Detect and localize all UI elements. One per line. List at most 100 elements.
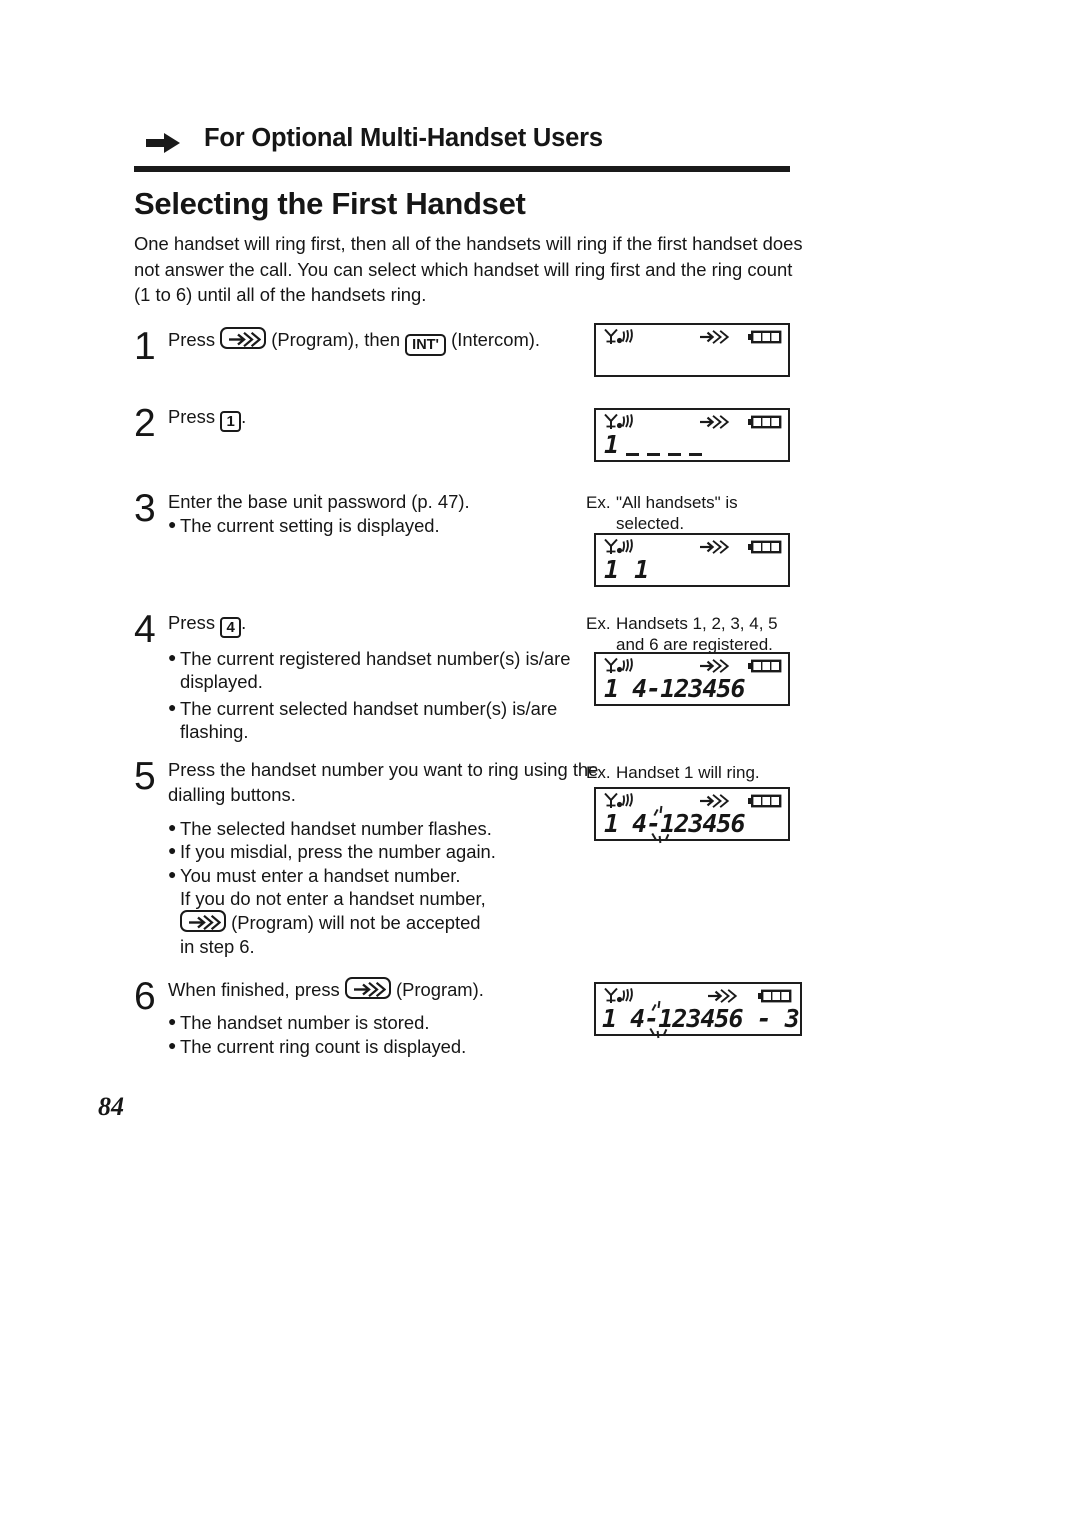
lcd-dash bbox=[647, 453, 660, 456]
lcd-text: 1 1 bbox=[604, 555, 649, 585]
program-arrow-icon bbox=[700, 330, 730, 349]
example-text: Handset 1 will ring. bbox=[616, 763, 760, 782]
step5-note-line4: in step 6. bbox=[180, 935, 255, 957]
step5-note-line2: If you do not enter a handset number, bbox=[180, 888, 486, 910]
right-arrow-icon bbox=[146, 133, 180, 153]
step5-note-line3: (Program) will not be accepted bbox=[168, 910, 604, 934]
step6-press-label: When finished, press bbox=[168, 979, 340, 1000]
program-button[interactable] bbox=[344, 977, 391, 999]
example-caption-step4: Ex. Handsets 1, 2, 3, 4, 5 and 6 are reg… bbox=[586, 613, 802, 655]
step-number: 2 bbox=[134, 402, 156, 445]
lcd-status-bar bbox=[596, 325, 788, 347]
lcd-display-step5: 1 4- 123456 bbox=[594, 787, 790, 844]
battery-full-icon bbox=[748, 540, 782, 559]
bullet-dot-icon: ● bbox=[168, 516, 177, 533]
step1-intercom-label: (Intercom). bbox=[451, 329, 541, 350]
step-text: When finished, press (Program). ● The han… bbox=[168, 977, 604, 1058]
lcd-display-step3: 1 1 bbox=[594, 533, 790, 587]
lcd-status-bar bbox=[596, 789, 788, 811]
lcd-dash bbox=[626, 453, 639, 456]
lcd-display-step4: 1 4-123456 bbox=[594, 652, 790, 706]
bullet-dot-icon: ● bbox=[168, 649, 177, 665]
step-text: Press 4. ● The current registered handset… bbox=[168, 610, 604, 744]
battery-full-icon bbox=[748, 794, 782, 813]
step3-lead: Enter the base unit password (p. 47). bbox=[168, 491, 470, 512]
digit-1-button[interactable]: 1 bbox=[220, 411, 242, 432]
bullet-text: If you misdial, press the number again. bbox=[180, 841, 496, 863]
step-number: 6 bbox=[134, 975, 156, 1018]
step-number: 5 bbox=[134, 755, 156, 798]
bullet-text: The selected handset number flashes. bbox=[180, 817, 492, 839]
antenna-signal-icon bbox=[603, 328, 637, 350]
lcd-digit: 1 bbox=[604, 430, 620, 459]
step5-lead: Press the handset number you want to rin… bbox=[168, 759, 599, 806]
bullet-item: ● If you misdial, press the number again. bbox=[168, 840, 604, 863]
lcd-text: 1 4- 123456 - 3 bbox=[602, 1000, 800, 1039]
lcd-text: 1 4-123456 bbox=[604, 674, 746, 704]
bullet-item: ● The current selected handset number(s) … bbox=[168, 697, 604, 744]
step-number: 3 bbox=[134, 487, 156, 530]
lcd-dash bbox=[668, 453, 681, 456]
battery-full-icon bbox=[748, 659, 782, 678]
step5-note-line3-text: (Program) will not be accepted bbox=[231, 912, 481, 934]
program-arrow-icon bbox=[700, 415, 730, 434]
step-number: 1 bbox=[134, 325, 156, 368]
step6-bullets: ● The handset number is stored. ● The curr… bbox=[168, 1011, 604, 1058]
page-header-title: For Optional Multi-Handset Users bbox=[204, 124, 603, 152]
lcd-text: 1 4-123456 bbox=[604, 805, 746, 844]
lcd-value: 1 4-123456 bbox=[604, 674, 746, 703]
bullet-item: ● The handset number is stored. bbox=[168, 1011, 604, 1034]
bullet-text: The current registered handset number(s)… bbox=[180, 648, 571, 693]
lcd-value: 1 1 bbox=[604, 555, 650, 584]
step3-bullets: ● The current setting is displayed. bbox=[168, 514, 604, 537]
manual-page: For Optional Multi-Handset Users Selecti… bbox=[0, 0, 1080, 1528]
battery-full-icon bbox=[748, 415, 782, 434]
program-button[interactable] bbox=[180, 910, 226, 933]
bullet-item: ● The current setting is displayed. bbox=[168, 514, 604, 537]
lcd-display-step2: 1 bbox=[594, 408, 790, 462]
page-header: For Optional Multi-Handset Users bbox=[134, 124, 790, 170]
example-caption-step3: Ex. "All handsets" is selected. bbox=[586, 492, 796, 534]
bullet-dot-icon: ● bbox=[168, 1013, 177, 1030]
step2-press-label: Press bbox=[168, 406, 216, 427]
program-button[interactable] bbox=[220, 327, 267, 349]
lcd-status-bar bbox=[596, 984, 800, 1006]
step4-press-label: Press bbox=[168, 612, 216, 633]
step5-bullets: ● The selected handset number flashes. ● I… bbox=[168, 817, 604, 887]
page-number: 84 bbox=[98, 1092, 124, 1121]
intercom-button[interactable]: INT' bbox=[405, 334, 446, 356]
lcd-flashing-digit: 1 bbox=[649, 1000, 673, 1039]
bullet-dot-icon: ● bbox=[168, 865, 177, 882]
bullet-item: ● You must enter a handset number. bbox=[168, 864, 604, 887]
step4-period: . bbox=[241, 612, 247, 633]
bullet-text: You must enter a handset number. bbox=[180, 864, 461, 886]
step2-period: . bbox=[241, 406, 247, 427]
lcd-suffix: 23456 bbox=[674, 809, 745, 838]
example-label: Ex. bbox=[586, 614, 611, 633]
step1-press-label: Press bbox=[168, 329, 216, 350]
bullet-text: The current selected handset number(s) i… bbox=[180, 697, 558, 743]
bullet-item: ● The selected handset number flashes. bbox=[168, 817, 604, 840]
intro-paragraph: One handset will ring first, then all of… bbox=[134, 233, 803, 306]
lcd-display-step1 bbox=[594, 323, 790, 377]
bullet-text: The current ring count is displayed. bbox=[180, 1035, 467, 1057]
bullet-dot-icon: ● bbox=[168, 698, 177, 715]
step-text: Enter the base unit password (p. 47). ● T… bbox=[168, 489, 604, 538]
lcd-status-bar bbox=[596, 535, 788, 557]
bullet-item: ● The current registered handset number(s… bbox=[168, 647, 604, 694]
page-title: Selecting the First Handset bbox=[134, 186, 526, 221]
step1-then-label: (Program), then bbox=[271, 329, 401, 350]
step4-bullets: ● The current registered handset number(s… bbox=[168, 647, 604, 744]
step-number: 4 bbox=[134, 608, 156, 651]
example-label: Ex. bbox=[586, 763, 611, 782]
lcd-dash bbox=[689, 453, 702, 456]
battery-full-icon bbox=[748, 330, 782, 349]
bullet-dot-icon: ● bbox=[168, 818, 177, 835]
example-text: Handsets 1, 2, 3, 4, 5 and 6 are registe… bbox=[616, 614, 778, 654]
step-text: Press (Program), then INT' (Intercom). bbox=[168, 327, 604, 356]
header-divider bbox=[134, 166, 790, 172]
bullet-dot-icon: ● bbox=[168, 1036, 177, 1053]
bullet-dot-icon: ● bbox=[168, 842, 177, 859]
digit-4-button[interactable]: 4 bbox=[220, 617, 242, 638]
bullet-text: The current setting is displayed. bbox=[180, 515, 440, 537]
